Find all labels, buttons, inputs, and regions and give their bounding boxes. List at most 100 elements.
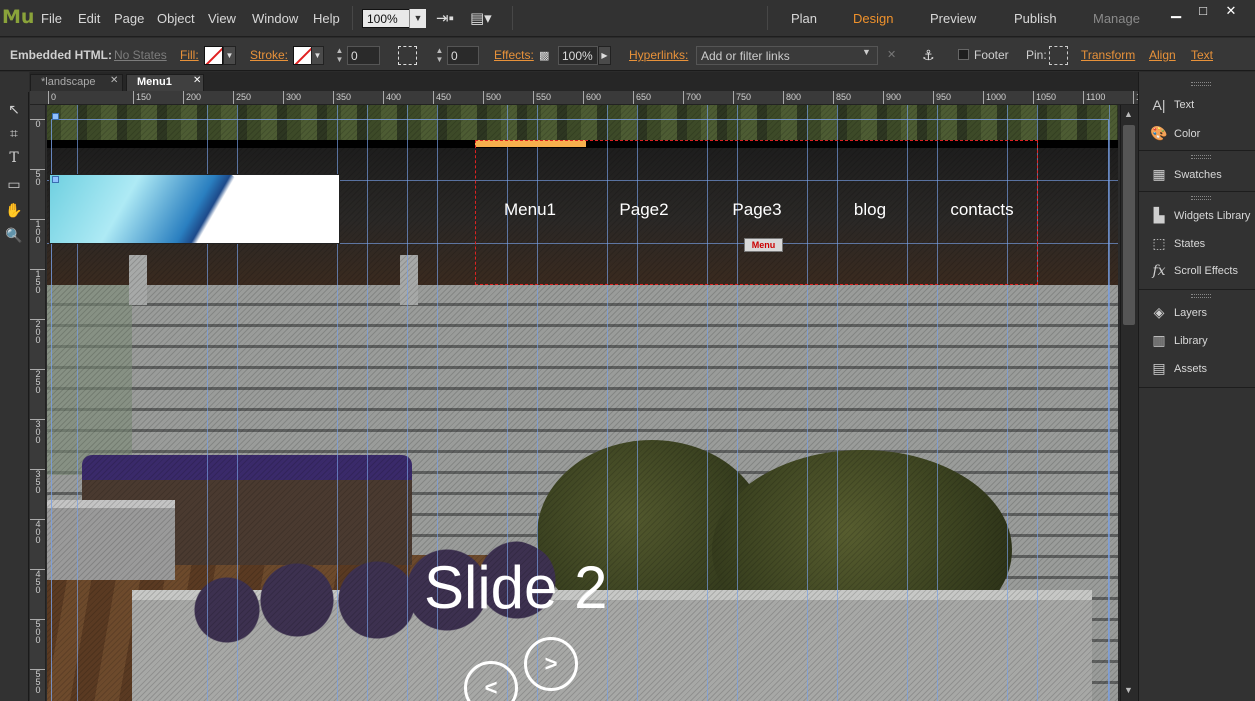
ruler-tick: 200 [183, 91, 201, 104]
ruler-tick: 800 [783, 91, 801, 104]
next-slide-button[interactable]: > [524, 637, 578, 691]
close-tab-icon[interactable]: ✕ [110, 75, 118, 86]
panel-widgets-library[interactable]: ▙ Widgets Library [1149, 207, 1251, 227]
corner-stepper-icon[interactable]: ▲ ▼ [433, 46, 446, 65]
stroke-swatch[interactable] [293, 46, 312, 65]
anchor-icon[interactable]: ⚓ [922, 47, 935, 64]
nav-item-page3[interactable]: Page3 [722, 200, 792, 220]
panel-library[interactable]: ▥ Library [1149, 332, 1207, 352]
opacity-arrow-icon[interactable]: ▶ [598, 46, 611, 65]
mode-design[interactable]: Design [853, 11, 893, 26]
hyperlinks-input[interactable]: Add or filter links [696, 46, 878, 65]
toolbox-header [0, 72, 29, 92]
ruler-tick: 1 0 0 [30, 219, 45, 245]
close-tab-icon[interactable]: ✕ [193, 75, 201, 86]
panel-scroll-effects[interactable]: fx Scroll Effects [1149, 263, 1238, 283]
menu-file[interactable]: File [41, 11, 62, 26]
nav-item-page2[interactable]: Page2 [609, 200, 679, 220]
fill-swatch[interactable] [204, 46, 223, 65]
effects-link[interactable]: Effects: [494, 48, 534, 62]
panel-states[interactable]: ⬚ States [1149, 235, 1205, 255]
panel-grip[interactable] [1191, 155, 1211, 159]
panel-assets[interactable]: ▤ Assets [1149, 360, 1207, 380]
scrollbar-thumb[interactable] [1123, 125, 1135, 325]
mode-preview[interactable]: Preview [930, 11, 976, 26]
design-canvas[interactable]: Menu1 Page2 Page3 blog contacts Menu Sli… [47, 105, 1118, 701]
import-icon[interactable]: ⇥▪ [436, 9, 454, 27]
hyperlinks-link[interactable]: Hyperlinks: [629, 48, 688, 62]
panels-sidebar: A| Text 🎨 Color ▦ Swatches ▙ Widgets Library… [1138, 72, 1255, 701]
panel-color[interactable]: 🎨 Color [1149, 125, 1200, 145]
selection-handle[interactable] [52, 113, 59, 120]
ruler-tick: 5 5 0 [30, 669, 45, 695]
divider [352, 6, 353, 30]
vertical-ruler: 0 5 0 1 0 0 1 5 0 2 0 0 2 5 0 3 0 0 3 5 0 4 0 0 4… [30, 105, 46, 701]
ruler-tick: 950 [933, 91, 951, 104]
close-button[interactable]: ✕ [1220, 3, 1242, 19]
ruler-tick: 4 5 0 [30, 569, 45, 595]
pin-selector-icon[interactable] [1049, 46, 1068, 65]
zoom-dropdown-icon[interactable]: ▼ [409, 9, 426, 28]
panel-layers[interactable]: ◈ Layers [1149, 304, 1207, 324]
menu-help[interactable]: Help [313, 11, 340, 26]
panel-grip[interactable] [1191, 196, 1211, 200]
footer-checkbox[interactable] [958, 49, 969, 60]
crop-tool-icon[interactable]: ⌗ [5, 125, 23, 143]
glass-graphic [50, 175, 310, 243]
view-mode-icon[interactable]: ▤▾ [470, 9, 492, 27]
scroll-down-icon[interactable]: ▼ [1124, 685, 1133, 695]
nav-item-contacts[interactable]: contacts [942, 200, 1022, 220]
logo-image[interactable] [49, 174, 340, 244]
stroke-stepper-icon[interactable]: ▲ ▼ [333, 46, 346, 65]
menu-page[interactable]: Page [114, 11, 144, 26]
transform-link[interactable]: Transform [1081, 48, 1135, 62]
toolbox: ↖ ⌗ T ▭ ✋ 🔍 [0, 92, 29, 701]
widgets-icon: ▙ [1153, 207, 1165, 223]
text-link[interactable]: Text [1191, 48, 1213, 62]
states-link[interactable]: No States [114, 48, 167, 62]
panel-swatches[interactable]: ▦ Swatches [1149, 166, 1221, 186]
stroke-dropdown-icon[interactable]: ▼ [311, 46, 324, 65]
menu-widget-badge[interactable]: Menu [744, 238, 783, 252]
opacity-input[interactable]: 100% [558, 46, 598, 65]
mode-publish[interactable]: Publish [1014, 11, 1057, 26]
selection-tool-icon[interactable]: ↖ [5, 101, 23, 119]
stroke-width-input[interactable]: 0 [347, 46, 380, 65]
mode-manage[interactable]: Manage [1093, 11, 1140, 26]
hand-tool-icon[interactable]: ✋ [5, 202, 23, 220]
fill-link[interactable]: Fill: [180, 48, 199, 62]
panel-grip[interactable] [1191, 82, 1211, 86]
divider [767, 6, 768, 30]
menu-object[interactable]: Object [157, 11, 195, 26]
text-tool-icon[interactable]: T [5, 150, 23, 168]
nav-item-menu1[interactable]: Menu1 [495, 200, 565, 220]
menu-edit[interactable]: Edit [78, 11, 100, 26]
app-logo: Mu [2, 6, 35, 28]
rectangle-tool-icon[interactable]: ▭ [5, 176, 23, 194]
ruler-tick: 2 0 0 [30, 319, 45, 345]
menu-view[interactable]: View [208, 11, 236, 26]
minimize-button[interactable]: ▁ [1165, 3, 1187, 19]
zoom-tool-icon[interactable]: 🔍 [5, 227, 23, 245]
clear-link-icon[interactable]: ✕ [887, 48, 896, 61]
vertical-scrollbar[interactable]: ▲ ▼ [1120, 105, 1137, 701]
selection-handle[interactable] [52, 176, 59, 183]
hyperlinks-dropdown-icon[interactable]: ▼ [862, 47, 871, 57]
fill-dropdown-icon[interactable]: ▼ [223, 46, 236, 65]
ruler-tick: 3 0 0 [30, 419, 45, 445]
scroll-up-icon[interactable]: ▲ [1124, 109, 1133, 119]
assets-icon: ▤ [1152, 360, 1166, 376]
ruler-tick: 250 [233, 91, 251, 104]
panel-text[interactable]: A| Text [1149, 97, 1195, 117]
nav-item-blog[interactable]: blog [835, 200, 905, 220]
fx-icon: fx [1152, 263, 1166, 279]
align-link[interactable]: Align [1149, 48, 1176, 62]
pin-label: Pin: [1026, 48, 1047, 62]
mode-plan[interactable]: Plan [791, 11, 817, 26]
corner-radius-input[interactable]: 0 [447, 46, 479, 65]
menu-window[interactable]: Window [252, 11, 298, 26]
maximize-button[interactable]: □ [1192, 3, 1214, 19]
ruler-tick: 5 0 [30, 169, 45, 187]
stroke-link[interactable]: Stroke: [250, 48, 288, 62]
panel-grip[interactable] [1191, 294, 1211, 298]
